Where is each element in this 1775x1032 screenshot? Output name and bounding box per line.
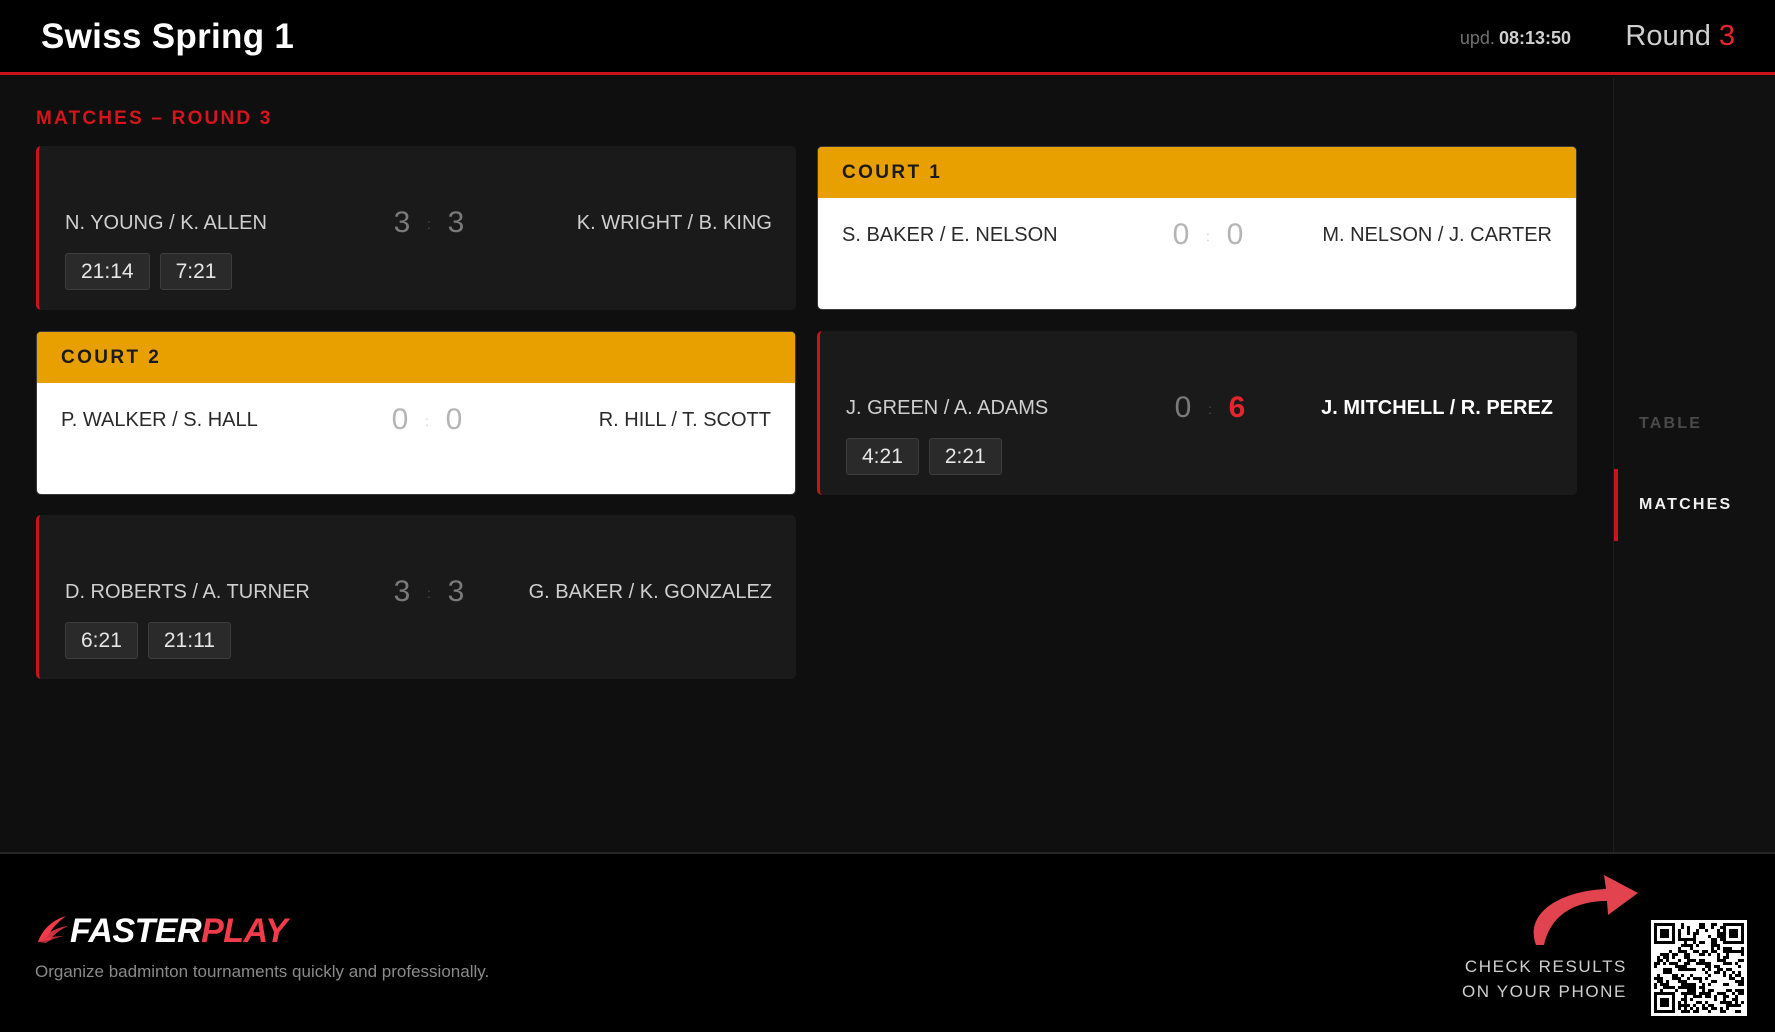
nav-item-matches[interactable]: MATCHES xyxy=(1614,469,1775,541)
team-left: S. Baker / E. Nelson xyxy=(842,224,1058,246)
logo-fast: FASTER xyxy=(70,912,202,950)
logo-wordmark: FASTERPLAY xyxy=(70,912,288,950)
check-results-line2: ON YOUR PHONE xyxy=(1461,982,1627,1001)
section-title: MATCHES – ROUND 3 xyxy=(36,108,273,129)
score-right: 0 xyxy=(445,403,463,436)
set-score: 6:21 xyxy=(65,622,138,659)
side-nav: TABLE MATCHES xyxy=(1613,78,1775,852)
top-bar: Swiss Spring 1 upd. 08:13:50 Round 3 xyxy=(0,0,1775,75)
curved-arrow-icon xyxy=(1533,875,1638,945)
score-separator: : xyxy=(1208,401,1212,418)
team-right: M. Nelson / J. Carter xyxy=(1322,224,1552,246)
match-score: 0:0 xyxy=(367,403,487,438)
team-left: P. Walker / S. Hall xyxy=(61,409,258,431)
match-card[interactable]: D. Roberts / A. Turner 3:3 G. Baker / K.… xyxy=(36,515,796,679)
set-score: 21:14 xyxy=(65,253,150,290)
team-right-winner: J. Mitchell / R. Perez xyxy=(1321,397,1553,419)
score-left: 3 xyxy=(393,206,411,239)
team-right: R. Hill / T. Scott xyxy=(598,409,771,431)
score-right-winner: 6 xyxy=(1228,391,1246,424)
update-time-value: 08:13:50 xyxy=(1498,28,1571,48)
match-row: N. Young / K. Allen 3:3 K. Wright / B. K… xyxy=(39,206,796,241)
update-label: upd. xyxy=(1459,28,1495,48)
score-right: 0 xyxy=(1226,218,1244,251)
round-number: 3 xyxy=(1718,20,1735,52)
score-left: 0 xyxy=(1174,391,1192,424)
score-separator: : xyxy=(427,216,431,233)
set-score: 7:21 xyxy=(159,253,233,290)
match-card-live[interactable]: COURT 1 S. Baker / E. Nelson 0:0 M. Nels… xyxy=(817,146,1577,310)
tournament-title: Swiss Spring 1 xyxy=(41,17,295,56)
set-score: 4:21 xyxy=(846,438,919,475)
footer: FASTERPLAY Organize badminton tournament… xyxy=(0,852,1775,1032)
match-score: 3:3 xyxy=(369,575,489,610)
team-left: J. Green / A. Adams xyxy=(846,397,1049,419)
update-time: upd. 08:13:50 xyxy=(1460,28,1571,49)
match-score: 3:3 xyxy=(369,206,489,241)
round-indicator: Round 3 xyxy=(1625,20,1735,53)
check-results-line1: CHECK RESULTS xyxy=(1464,957,1627,976)
nav-item-table[interactable]: TABLE xyxy=(1614,388,1775,460)
match-row: J. Green / A. Adams 0:6 J. Mitchell / R.… xyxy=(820,391,1577,426)
score-separator: : xyxy=(1206,228,1210,245)
score-right: 3 xyxy=(447,575,465,608)
check-results-label: CHECK RESULTS ON YOUR PHONE xyxy=(1462,954,1627,1004)
score-separator: : xyxy=(425,413,429,430)
score-separator: : xyxy=(427,585,431,602)
team-right: G. Baker / K. Gonzalez xyxy=(528,581,772,603)
tagline: Organize badminton tournaments quickly a… xyxy=(35,962,490,981)
match-row: S. Baker / E. Nelson 0:0 M. Nelson / J. … xyxy=(818,218,1576,253)
score-left: 3 xyxy=(393,575,411,608)
matches-panel: MATCHES – ROUND 3 N. Young / K. Allen 3:… xyxy=(0,78,1613,852)
match-row: D. Roberts / A. Turner 3:3 G. Baker / K.… xyxy=(39,575,796,610)
match-score: 0:0 xyxy=(1148,218,1268,253)
court-label: COURT 1 xyxy=(818,147,1576,198)
match-row: P. Walker / S. Hall 0:0 R. Hill / T. Sco… xyxy=(37,403,795,438)
qr-code-icon[interactable] xyxy=(1651,920,1747,1016)
match-card[interactable]: J. Green / A. Adams 0:6 J. Mitchell / R.… xyxy=(817,331,1577,495)
match-card-live[interactable]: COURT 2 P. Walker / S. Hall 0:0 R. Hill … xyxy=(36,331,796,495)
team-left: N. Young / K. Allen xyxy=(65,212,267,234)
round-label: Round xyxy=(1625,20,1711,52)
score-left: 0 xyxy=(1172,218,1190,251)
court-label: COURT 2 xyxy=(37,332,795,383)
set-score: 2:21 xyxy=(928,438,1002,475)
set-scores: 21:14 7:21 xyxy=(65,253,242,290)
team-right: K. Wright / B. King xyxy=(576,212,772,234)
team-left: D. Roberts / A. Turner xyxy=(65,581,310,603)
fasterplay-logo[interactable]: FASTERPLAY xyxy=(36,912,288,951)
set-scores: 6:21 21:11 xyxy=(65,622,241,659)
set-score: 21:11 xyxy=(147,622,231,659)
logo-play: PLAY xyxy=(201,912,288,950)
score-left: 0 xyxy=(391,403,409,436)
match-score: 0:6 xyxy=(1150,391,1270,426)
match-card[interactable]: N. Young / K. Allen 3:3 K. Wright / B. K… xyxy=(36,146,796,310)
score-right: 3 xyxy=(447,206,465,239)
set-scores: 4:21 2:21 xyxy=(846,438,1012,475)
shuttlecock-icon xyxy=(38,916,68,943)
